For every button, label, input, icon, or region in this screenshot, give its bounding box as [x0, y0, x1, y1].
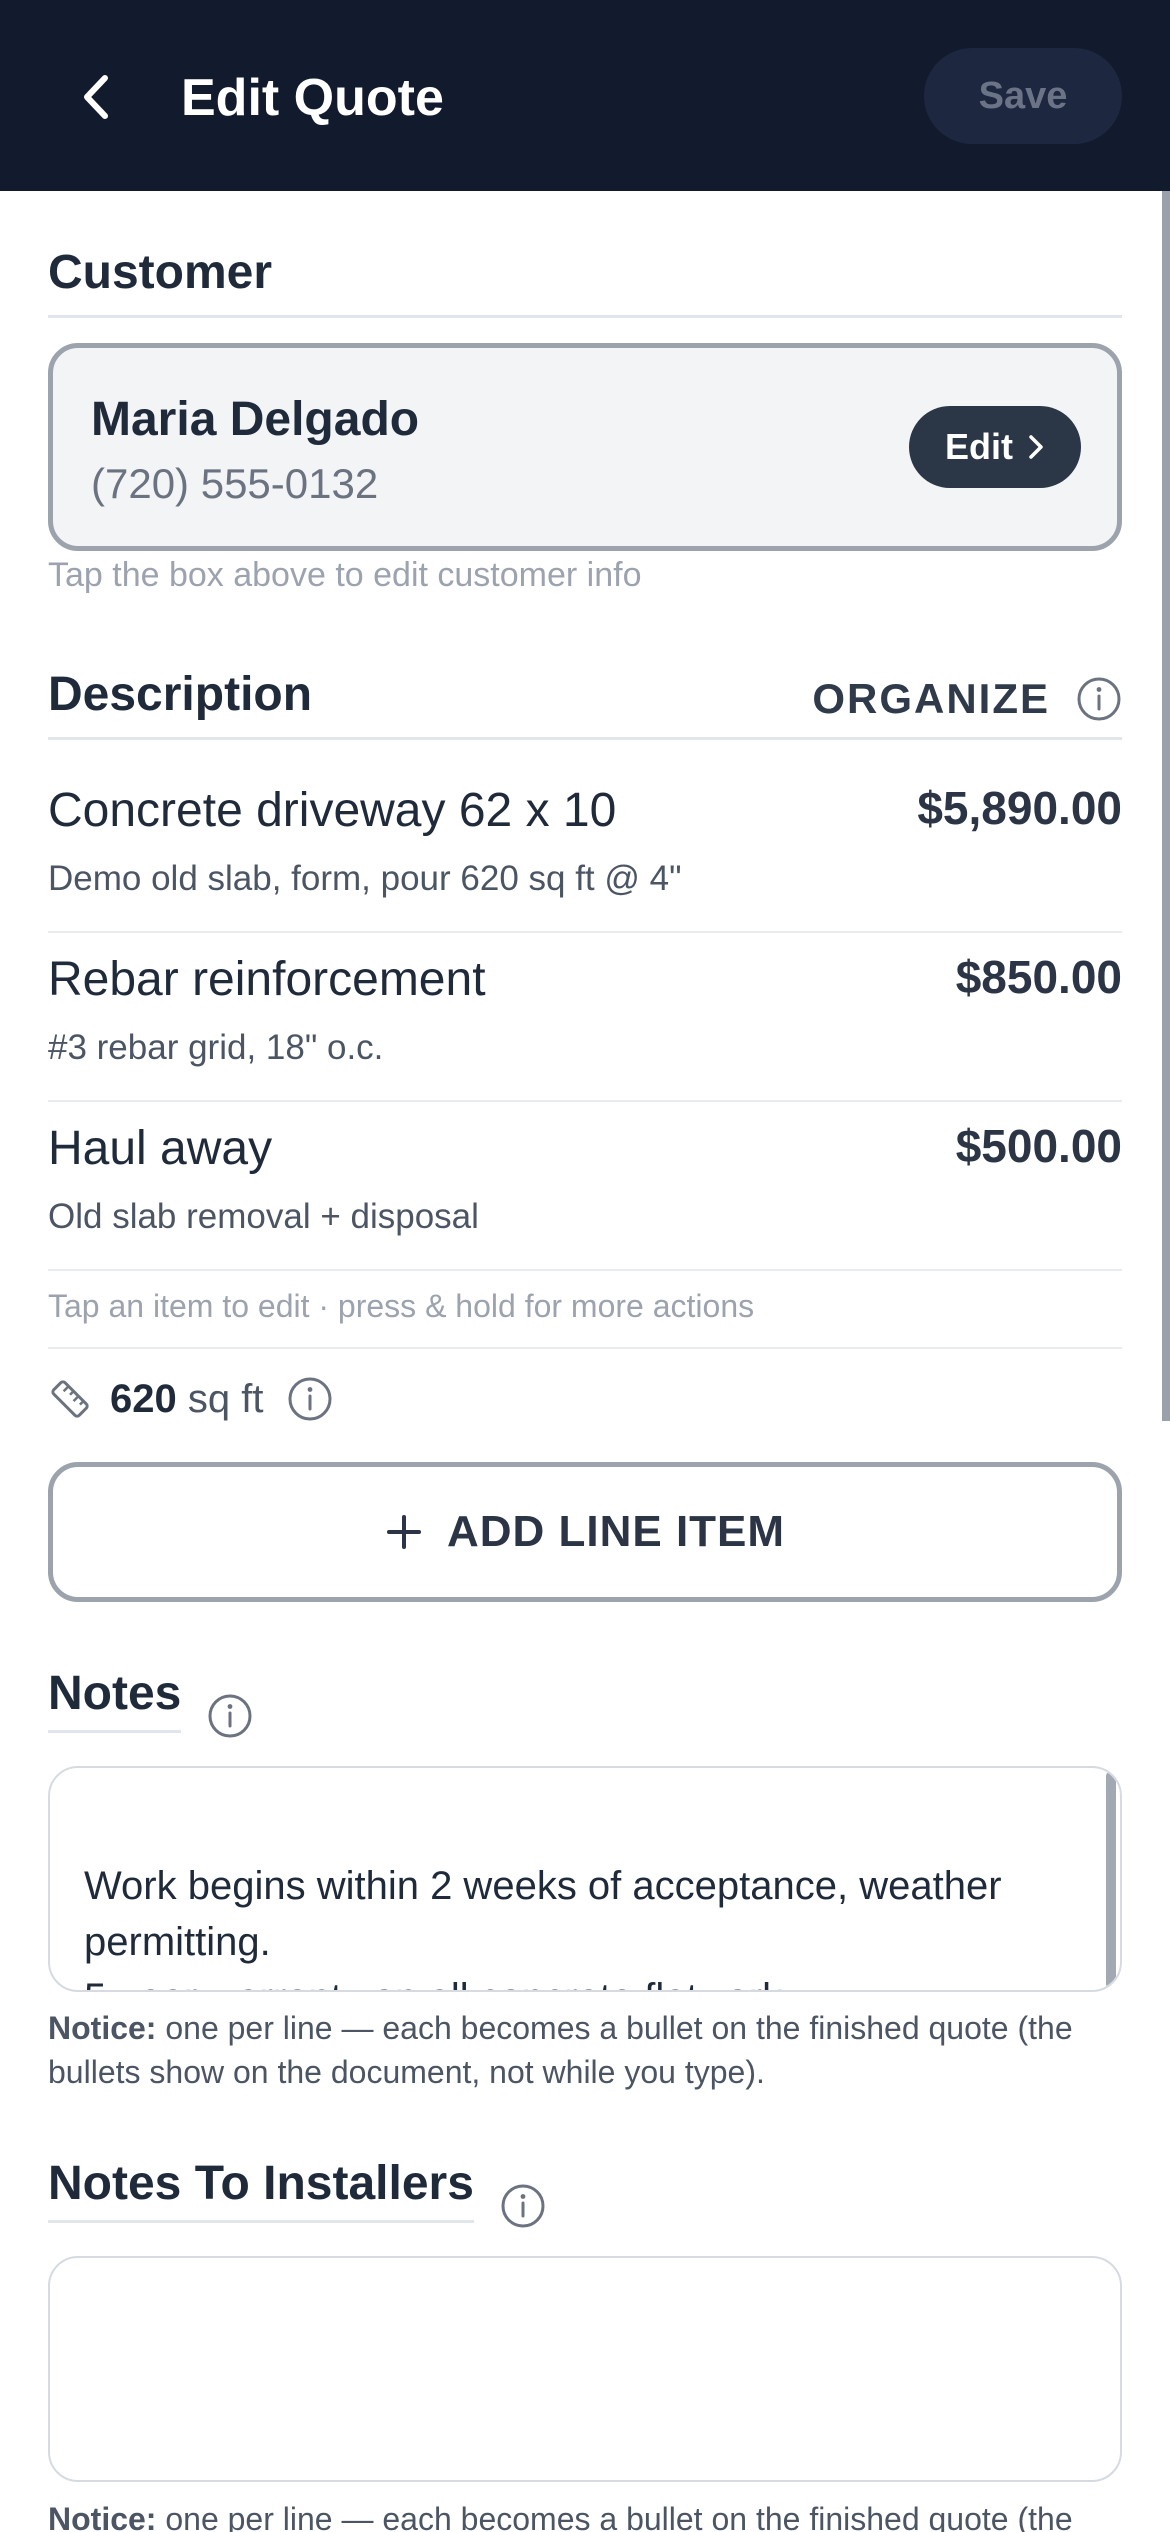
edit-customer-button[interactable]: Edit — [909, 406, 1081, 488]
save-button[interactable]: Save — [924, 48, 1122, 144]
back-button[interactable] — [60, 62, 130, 132]
customer-phone: (720) 555-0132 — [91, 460, 379, 507]
plus-icon — [386, 1515, 421, 1549]
notice-label: Notice: — [48, 2501, 157, 2532]
chevron-right-icon — [1029, 435, 1043, 459]
line-item[interactable]: Rebar reinforcement #3 rebar grid, 18" o… — [48, 932, 1122, 1102]
page-title: Edit Quote — [181, 69, 444, 127]
installer-notes-textarea[interactable] — [48, 2256, 1122, 2482]
notes-title: Notes — [48, 1666, 182, 1733]
line-item-description: Demo old slab, form, pour 620 sq ft @ 4" — [48, 859, 682, 898]
notes-scrollbar[interactable] — [1106, 1772, 1116, 1988]
line-item-price: $500.00 — [955, 1120, 1122, 1172]
ruler-icon — [51, 1380, 89, 1418]
page-scrollbar[interactable] — [1162, 191, 1170, 1421]
info-icon[interactable] — [500, 2183, 546, 2229]
notice-text: one per line — each becomes a bullet on … — [156, 2501, 1073, 2532]
top-bar: Edit Quote Save — [0, 0, 1170, 191]
notes-notice: Notice: one per line — each becomes a bu… — [48, 2006, 1122, 2094]
edit-label: Edit — [945, 426, 1013, 467]
line-item-title: Concrete driveway 62 x 10 — [48, 784, 617, 837]
customer-name: Maria Delgado — [91, 393, 420, 446]
info-icon[interactable] — [287, 1376, 333, 1422]
customer-section-title: Customer — [48, 246, 273, 299]
info-icon[interactable] — [207, 1693, 253, 1739]
add-line-item-label: ADD LINE ITEM — [446, 1507, 786, 1556]
line-item-description: Old slab removal + disposal — [48, 1197, 479, 1236]
line-item-title: Haul away — [48, 1122, 273, 1175]
description-section-header: Description ORGANIZE — [48, 667, 1122, 740]
description-section-title: Description — [48, 668, 313, 721]
organize-button[interactable]: ORGANIZE — [812, 675, 1122, 723]
area-value: 620 sq ft — [110, 1376, 264, 1421]
organize-label: ORGANIZE — [812, 675, 1050, 722]
installer-notes-header: Notes To Installers — [48, 2156, 546, 2228]
line-items-hint: Tap an item to edit · press & hold for m… — [48, 1288, 1122, 1349]
line-item[interactable]: Haul away Old slab removal + disposal $5… — [48, 1101, 1122, 1271]
notes-textarea[interactable]: Work begins within 2 weeks of acceptance… — [48, 1766, 1122, 1992]
chevron-left-icon — [84, 75, 108, 119]
line-item-description: #3 rebar grid, 18" o.c. — [48, 1028, 384, 1067]
notice-text: one per line — each becomes a bullet on … — [48, 2010, 1073, 2090]
installer-notes-notice: Notice: one per line — each becomes a bu… — [48, 2497, 1122, 2532]
line-item-price: $850.00 — [955, 951, 1122, 1003]
add-line-item-button[interactable]: ADD LINE ITEM — [48, 1462, 1122, 1602]
notice-label: Notice: — [48, 2010, 157, 2046]
notes-text: Work begins within 2 weeks of acceptance… — [84, 1864, 1002, 1990]
line-item-title: Rebar reinforcement — [48, 953, 486, 1006]
line-item-price: $5,890.00 — [917, 782, 1122, 834]
customer-section-header: Customer — [48, 245, 1122, 318]
customer-hint: Tap the box above to edit customer info — [48, 556, 642, 594]
area-measurement: 620 sq ft — [48, 1376, 333, 1422]
info-icon[interactable] — [1076, 676, 1122, 722]
line-item[interactable]: Concrete driveway 62 x 10 Demo old slab,… — [48, 763, 1122, 933]
customer-card[interactable]: Maria Delgado (720) 555-0132 Edit — [48, 343, 1122, 551]
installer-notes-title: Notes To Installers — [48, 2156, 474, 2223]
notes-header: Notes — [48, 1666, 253, 1738]
